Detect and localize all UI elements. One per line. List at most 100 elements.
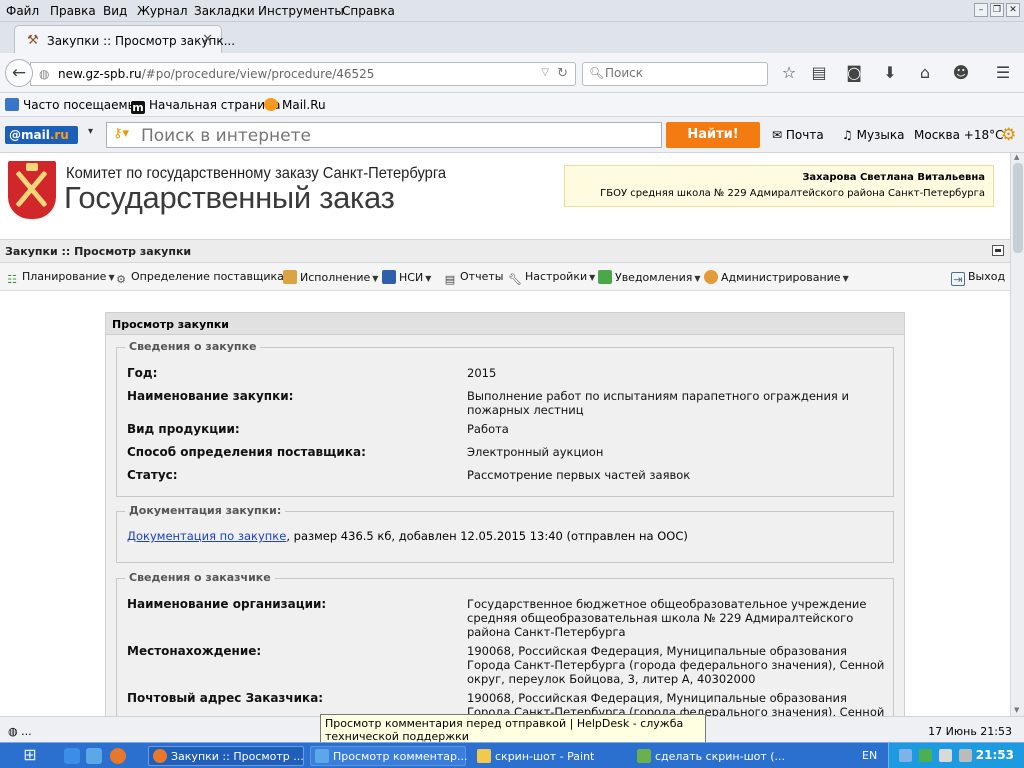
menu-label: Планирование: [22, 270, 107, 283]
mailru-logo-right: .ru: [49, 128, 69, 142]
menu-history[interactable]: Журнал: [137, 4, 188, 18]
antivirus-icon[interactable]: [919, 749, 932, 762]
mailru-logo[interactable]: @mail.ru: [5, 126, 78, 144]
menu-settings[interactable]: 🔧︎ Настройки ▼: [508, 270, 595, 287]
menu-label: НСИ: [399, 271, 424, 284]
briefcase-icon: [283, 270, 297, 284]
ie-alt-icon[interactable]: [86, 748, 102, 764]
taskbar-item-ie[interactable]: Просмотр комментар...: [310, 746, 468, 766]
url-host: new.gz-spb.ru: [58, 67, 142, 81]
menu-planning[interactable]: ☷ Планирование ▼: [5, 270, 115, 287]
vertical-scrollbar[interactable]: ▲ ▼: [1010, 153, 1024, 716]
search-input[interactable]: [605, 66, 755, 80]
bookmark-mailru[interactable]: Mail.Ru: [264, 98, 326, 112]
smiley-icon[interactable]: ☻: [950, 63, 972, 82]
menu-file[interactable]: Файл: [6, 4, 39, 18]
scrollbar-thumb[interactable]: [1013, 163, 1023, 253]
pocket-icon[interactable]: ◙: [843, 63, 865, 82]
documentation-line: Документация по закупке, размер 436.5 кб…: [127, 529, 688, 543]
menu-bookmarks[interactable]: Закладки: [194, 4, 255, 18]
music-link[interactable]: ♫ Музыка: [842, 128, 905, 142]
mail-label: Почта: [785, 128, 824, 142]
close-window-button[interactable]: ✕: [1006, 3, 1020, 17]
network-icon[interactable]: [899, 749, 912, 762]
mailru-search[interactable]: ⚷▾: [106, 122, 662, 148]
menu-edit[interactable]: Правка: [50, 4, 96, 18]
menu-label: Отчеты: [460, 270, 504, 283]
documentation-section: Документация закупки: Документация по за…: [116, 504, 894, 563]
windows-start-icon[interactable]: ⊞: [14, 745, 46, 767]
back-button[interactable]: ←: [5, 59, 33, 87]
row-label: Почтовый адрес Заказчика:: [127, 691, 324, 705]
folder-icon: [5, 98, 19, 111]
status-left: ◍ ...: [8, 725, 32, 738]
mail-link[interactable]: ✉ Почта: [772, 128, 824, 142]
minimize-button[interactable]: –: [974, 3, 988, 17]
hamburger-menu-icon[interactable]: ☰: [992, 63, 1014, 82]
scroll-up-icon[interactable]: ▲: [1014, 153, 1019, 161]
section-legend: Сведения о закупке: [125, 340, 261, 353]
taskbar-item-firefox[interactable]: Закупки :: Просмотр ...: [148, 746, 304, 766]
weather-link[interactable]: Москва +18°С: [914, 128, 1003, 142]
browser-search[interactable]: 🔍︎: [582, 62, 768, 86]
close-tab-icon[interactable]: ✕: [202, 32, 213, 47]
tray-app-icon[interactable]: [959, 749, 972, 762]
mailru-find-button[interactable]: Найти!: [666, 122, 760, 148]
bookmark-start-page[interactable]: m Начальная страница: [131, 98, 281, 114]
navigation-bar: ◍ new.gz-spb.ru/#po/procedure/view/proce…: [0, 53, 1024, 93]
menu-notifications[interactable]: Уведомления ▼: [598, 270, 701, 284]
dropdown-arrow-icon[interactable]: ▽: [541, 67, 549, 78]
documentation-link[interactable]: Документация по закупке: [127, 529, 286, 543]
system-tray: 21:53: [888, 743, 1024, 768]
taskbar-item-paint[interactable]: скрин-шот - Paint: [472, 746, 628, 766]
menu-label: Администрирование: [721, 271, 841, 284]
bookmark-most-visited[interactable]: Часто посещаемые: [5, 98, 144, 112]
url-text: new.gz-spb.ru/#po/procedure/view/procedu…: [58, 67, 374, 81]
language-indicator[interactable]: EN: [862, 749, 877, 762]
row-value: Выполнение работ по испытаниям парапетно…: [467, 389, 849, 417]
firefox-icon[interactable]: [110, 748, 126, 764]
firefox-icon: [153, 749, 167, 763]
chevron-down-icon[interactable]: ▾: [88, 126, 93, 137]
home-icon[interactable]: ⌂: [914, 63, 936, 82]
mailru-search-input[interactable]: [141, 126, 651, 146]
volume-icon[interactable]: [939, 749, 952, 762]
paint-icon: [477, 749, 491, 763]
logout-button[interactable]: ⇥ Выход: [951, 270, 1005, 286]
menu-view[interactable]: Вид: [103, 4, 127, 18]
scroll-down-icon[interactable]: ▼: [1014, 706, 1019, 714]
row-value: Работа: [467, 422, 509, 436]
ie-icon[interactable]: [64, 748, 80, 764]
taskbar-item-other[interactable]: сделать скрин-шот (...: [632, 746, 788, 766]
bookmarks-list-icon[interactable]: ▤: [808, 63, 830, 82]
row-label: Местонахождение:: [127, 644, 262, 658]
bookmark-star-icon[interactable]: ☆: [778, 63, 800, 82]
restore-button[interactable]: ❐: [990, 3, 1004, 17]
browser-tab-active[interactable]: ⚒ Закупки :: Просмотр закупк... ✕: [14, 25, 235, 53]
menu-label: Определение поставщика: [131, 270, 284, 283]
url-bar[interactable]: ◍ new.gz-spb.ru/#po/procedure/view/proce…: [30, 62, 576, 86]
tooltip: Просмотр комментария перед отправкой | H…: [320, 714, 706, 744]
exit-icon: ⇥: [951, 272, 965, 286]
menu-help[interactable]: Справка: [342, 4, 395, 18]
menu-execution[interactable]: Исполнение ▼: [283, 270, 378, 284]
menu-nsi[interactable]: НСИ ▼: [382, 270, 431, 284]
menu-tools[interactable]: Инструменты: [258, 4, 344, 18]
menu-supplier[interactable]: ⚙Определение поставщика▼: [114, 270, 292, 287]
menu-admin[interactable]: Администрирование ▼: [704, 270, 849, 284]
back-arrow-icon: ←: [11, 63, 27, 83]
section-legend: Документация закупки:: [125, 504, 286, 517]
menu-reports[interactable]: ▤ Отчеты: [443, 270, 504, 287]
user-org: ГБОУ средняя школа № 229 Адмиралтейского…: [600, 188, 985, 199]
row-label: Наименование закупки:: [127, 389, 294, 403]
reload-icon[interactable]: ↻: [557, 66, 568, 81]
menu-label: Настройки: [525, 270, 588, 283]
bookmark-label: Начальная страница: [149, 98, 281, 112]
row-value: 2015: [467, 366, 497, 380]
row-value: Государственное бюджетное общеобразовате…: [467, 597, 867, 639]
tab-strip: ⚒ Закупки :: Просмотр закупк... ✕ +: [0, 22, 1024, 70]
collapse-icon[interactable]: [992, 245, 1004, 256]
download-icon[interactable]: ⬇: [879, 63, 901, 82]
customer-info-section: Сведения о заказчике Наименование органи…: [116, 571, 894, 716]
gear-icon[interactable]: ⚙: [1001, 125, 1016, 145]
